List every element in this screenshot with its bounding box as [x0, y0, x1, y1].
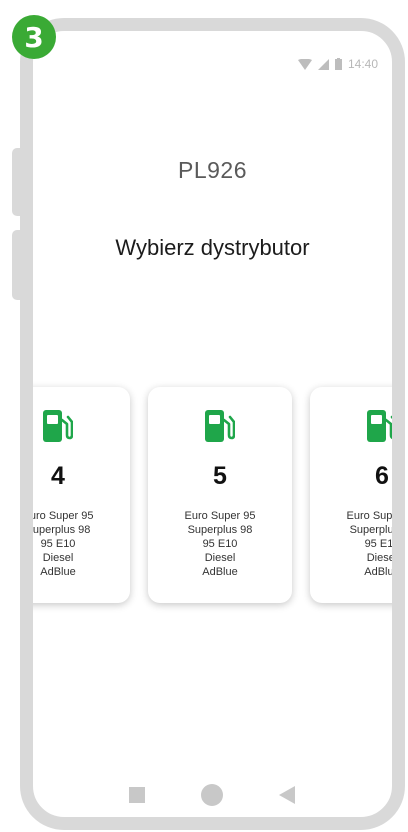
home-icon[interactable] [201, 784, 223, 806]
station-id: PL926 [177, 157, 247, 183]
fuel-pump-icon [43, 410, 73, 442]
dispenser-carousel[interactable]: 4 Euro Super 95 Superplus 98 95 E10 Dies… [33, 387, 392, 617]
fuel-item: AdBlue [202, 566, 238, 578]
fuel-item: Superplus 98 [25, 524, 91, 536]
phone-frame: 14:40 PL926 Wybierz dystrybutor 4 Euro S… [20, 18, 405, 830]
battery-icon [334, 58, 342, 70]
fuel-item: Diesel [42, 552, 74, 564]
navigation-bar [33, 779, 392, 809]
fuel-item: Diesel [204, 552, 236, 564]
dispenser-card-4[interactable]: 4 Euro Super 95 Superplus 98 95 E10 Dies… [22, 387, 130, 603]
fuel-list: Euro Super 95 Superplus 98 95 E10 Diesel… [310, 509, 403, 579]
fuel-item: Superplus 98 [187, 524, 253, 536]
back-icon[interactable] [279, 786, 295, 804]
fuel-item: Euro Super 95 [184, 510, 256, 522]
step-number-badge: 3 [12, 15, 56, 59]
fuel-list: Euro Super 95 Superplus 98 95 E10 Diesel… [148, 509, 292, 579]
status-time: 14:40 [347, 57, 378, 71]
fuel-pump-icon [205, 410, 235, 442]
fuel-list: Euro Super 95 Superplus 98 95 E10 Diesel… [22, 509, 130, 579]
fuel-item: 95 E10 [40, 538, 76, 550]
fuel-item: Diesel [366, 552, 398, 564]
fuel-item: Superplus 98 [349, 524, 400, 536]
dispenser-card-5[interactable]: 5 Euro Super 95 Superplus 98 95 E10 Dies… [148, 387, 292, 603]
page-title: Wybierz dystrybutor [115, 235, 310, 260]
fuel-item: AdBlue [40, 566, 76, 578]
recent-apps-icon[interactable] [129, 787, 145, 803]
dispenser-card-6[interactable]: 6 Euro Super 95 Superplus 98 95 E10 Dies… [310, 387, 403, 603]
fuel-pump-icon [367, 410, 392, 442]
fuel-item: Euro Super 95 [22, 510, 94, 522]
status-bar: 14:40 [297, 57, 378, 71]
fuel-item: 95 E10 [202, 538, 238, 550]
fuel-item: Euro Super 95 [346, 510, 403, 522]
dispenser-number: 5 [213, 462, 227, 490]
wifi-icon [297, 58, 312, 70]
dispenser-number: 6 [375, 462, 389, 490]
dispenser-number: 4 [51, 462, 65, 490]
fuel-item: AdBlue [364, 566, 400, 578]
cell-signal-icon [317, 58, 329, 70]
fuel-item: 95 E10 [364, 538, 400, 550]
